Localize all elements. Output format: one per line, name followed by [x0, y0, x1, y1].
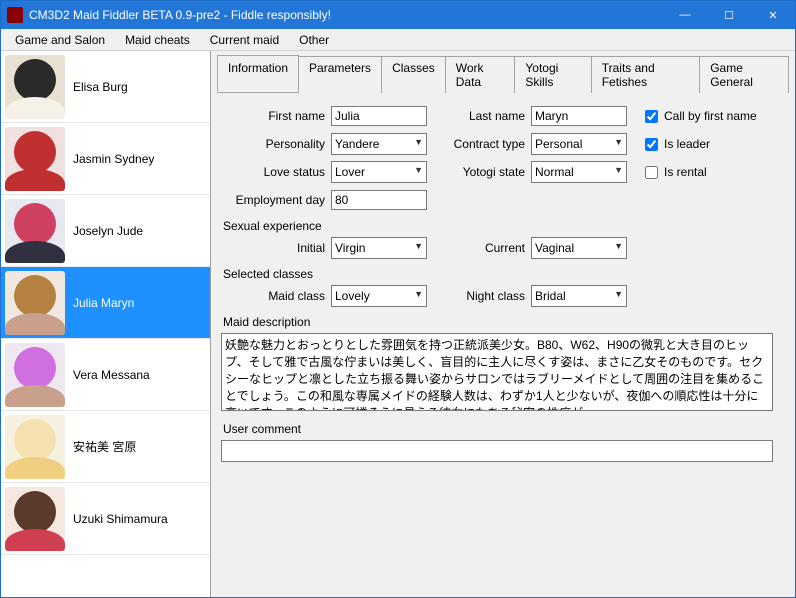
yotogi-state-label: Yotogi state	[445, 165, 531, 179]
window-controls: — ☐ ✕	[663, 1, 795, 29]
is-rental-checkbox[interactable]	[645, 166, 658, 179]
tab-classes[interactable]: Classes	[382, 56, 446, 93]
employment-label: Employment day	[221, 193, 331, 207]
list-item[interactable]: Jasmin Sydney	[1, 123, 210, 195]
contract-select[interactable]	[531, 133, 627, 155]
contract-label: Contract type	[445, 137, 531, 151]
tab-work-data[interactable]: Work Data	[446, 56, 516, 93]
info-form: First name Last name Call by first name …	[217, 99, 789, 465]
tab-information[interactable]: Information	[217, 55, 299, 92]
avatar	[5, 55, 65, 119]
current-select[interactable]	[531, 237, 627, 259]
comment-heading: User comment	[223, 422, 785, 436]
tab-strip: Information Parameters Classes Work Data…	[217, 55, 789, 93]
maid-name-label: Vera Messana	[73, 368, 150, 382]
initial-label: Initial	[221, 241, 331, 255]
night-class-select[interactable]	[531, 285, 627, 307]
maid-name-label: 安祐美 宮原	[73, 438, 136, 455]
content-panel: Information Parameters Classes Work Data…	[211, 51, 795, 597]
call-by-first-label: Call by first name	[664, 109, 757, 123]
comment-textarea[interactable]	[221, 440, 773, 462]
avatar	[5, 127, 65, 191]
maid-name-label: Uzuki Shimamura	[73, 512, 168, 526]
menu-game-salon[interactable]: Game and Salon	[5, 31, 115, 49]
list-item[interactable]: Elisa Burg	[1, 51, 210, 123]
love-status-label: Love status	[221, 165, 331, 179]
description-heading: Maid description	[223, 315, 785, 329]
list-item[interactable]: Uzuki Shimamura	[1, 483, 210, 555]
avatar	[5, 487, 65, 551]
yotogi-state-select[interactable]	[531, 161, 627, 183]
window-title: CM3D2 Maid Fiddler BETA 0.9-pre2 - Fiddl…	[29, 8, 663, 22]
is-leader-label: Is leader	[664, 137, 710, 151]
maid-name-label: Elisa Burg	[73, 80, 128, 94]
employment-input[interactable]	[331, 190, 427, 210]
maid-name-label: Julia Maryn	[73, 296, 134, 310]
list-item[interactable]: Julia Maryn	[1, 267, 210, 339]
current-label: Current	[445, 241, 531, 255]
selected-classes-heading: Selected classes	[223, 267, 785, 281]
is-rental-label: Is rental	[664, 165, 707, 179]
maid-name-label: Joselyn Jude	[73, 224, 143, 238]
sexual-exp-heading: Sexual experience	[223, 219, 785, 233]
list-item[interactable]: Vera Messana	[1, 339, 210, 411]
list-item[interactable]: Joselyn Jude	[1, 195, 210, 267]
menu-other[interactable]: Other	[289, 31, 339, 49]
night-class-label: Night class	[445, 289, 531, 303]
tab-traits-fetishes[interactable]: Traits and Fetishes	[592, 56, 701, 93]
personality-select[interactable]	[331, 133, 427, 155]
maximize-button[interactable]: ☐	[707, 1, 751, 29]
avatar	[5, 199, 65, 263]
description-textarea[interactable]	[221, 333, 773, 411]
avatar	[5, 415, 65, 479]
tab-parameters[interactable]: Parameters	[299, 56, 382, 93]
personality-label: Personality	[221, 137, 331, 151]
tab-game-general[interactable]: Game General	[700, 56, 789, 93]
maid-list[interactable]: Elisa Burg Jasmin Sydney Joselyn Jude Ju…	[1, 51, 211, 597]
avatar	[5, 343, 65, 407]
titlebar: CM3D2 Maid Fiddler BETA 0.9-pre2 - Fiddl…	[1, 1, 795, 29]
maid-name-label: Jasmin Sydney	[73, 152, 154, 166]
menu-current-maid[interactable]: Current maid	[200, 31, 289, 49]
tab-yotogi-skills[interactable]: Yotogi Skills	[515, 56, 591, 93]
menubar: Game and Salon Maid cheats Current maid …	[1, 29, 795, 51]
maid-class-label: Maid class	[221, 289, 331, 303]
avatar	[5, 271, 65, 335]
minimize-button[interactable]: —	[663, 1, 707, 29]
last-name-input[interactable]	[531, 106, 627, 126]
list-item[interactable]: 安祐美 宮原	[1, 411, 210, 483]
first-name-input[interactable]	[331, 106, 427, 126]
call-by-first-checkbox[interactable]	[645, 110, 658, 123]
initial-select[interactable]	[331, 237, 427, 259]
last-name-label: Last name	[445, 109, 531, 123]
first-name-label: First name	[221, 109, 331, 123]
close-button[interactable]: ✕	[751, 1, 795, 29]
maid-class-select[interactable]	[331, 285, 427, 307]
love-status-select[interactable]	[331, 161, 427, 183]
app-icon	[7, 7, 23, 23]
menu-maid-cheats[interactable]: Maid cheats	[115, 31, 200, 49]
is-leader-checkbox[interactable]	[645, 138, 658, 151]
